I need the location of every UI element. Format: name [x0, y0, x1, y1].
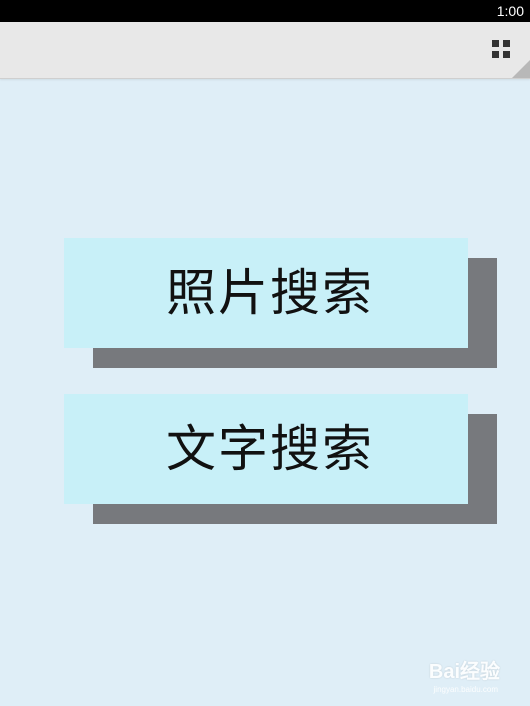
photo-search-label: 照片搜索	[166, 264, 374, 322]
photo-search-button[interactable]: 照片搜索	[64, 238, 468, 348]
text-search-card: 文字搜索	[64, 394, 497, 524]
baidu-watermark-url: jingyan.baidu.com	[433, 685, 498, 694]
photo-search-card: 照片搜索	[64, 238, 497, 368]
action-bar	[0, 22, 530, 79]
corner-fold	[512, 60, 530, 78]
text-search-label: 文字搜索	[166, 420, 374, 478]
status-time: 1:00	[496, 3, 524, 19]
grid-menu-icon[interactable]	[492, 40, 512, 60]
status-bar: 1:00	[0, 0, 530, 22]
baidu-watermark: Bai经验	[428, 661, 500, 683]
text-search-button[interactable]: 文字搜索	[64, 394, 468, 504]
